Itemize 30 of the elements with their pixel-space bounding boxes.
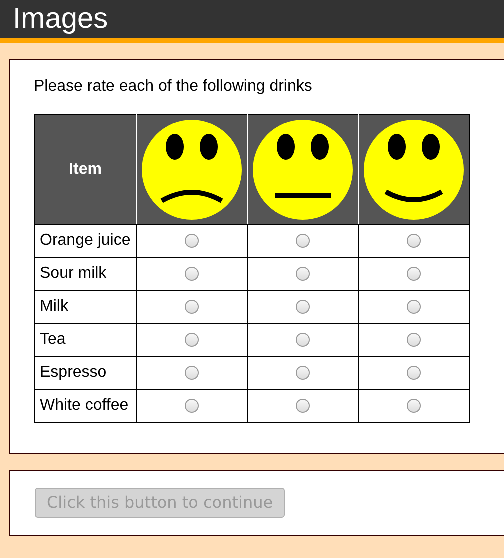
radio-button[interactable]	[407, 267, 421, 281]
radio-button[interactable]	[185, 300, 199, 314]
row-label: Tea	[34, 324, 136, 356]
row-label: Orange juice	[34, 224, 136, 258]
row-label: Espresso	[34, 356, 136, 390]
question-text: Please rate each of the following drinks	[34, 77, 314, 97]
page-title: Images	[13, 4, 108, 34]
radio-button[interactable]	[185, 333, 199, 347]
radio-button[interactable]	[407, 333, 421, 347]
radio-button[interactable]	[185, 366, 199, 380]
sad-face-icon	[142, 120, 242, 220]
table-header-cell: Item	[34, 114, 136, 224]
radio-button[interactable]	[185, 234, 199, 248]
neutral-face-icon	[253, 120, 353, 220]
happy-face-icon	[364, 120, 464, 220]
radio-button[interactable]	[296, 366, 310, 380]
row-label: White coffee	[34, 390, 136, 422]
radio-button[interactable]	[296, 333, 310, 347]
row-label: Sour milk	[34, 258, 136, 290]
radio-button[interactable]	[296, 300, 310, 314]
radio-button[interactable]	[185, 267, 199, 281]
radio-button[interactable]	[296, 267, 310, 281]
radio-button[interactable]	[407, 300, 421, 314]
radio-button[interactable]	[185, 399, 199, 413]
radio-button[interactable]	[296, 234, 310, 248]
radio-button[interactable]	[407, 366, 421, 380]
radio-button[interactable]	[407, 399, 421, 413]
radio-button[interactable]	[296, 399, 310, 413]
row-label: Milk	[34, 290, 136, 324]
radio-button[interactable]	[407, 234, 421, 248]
